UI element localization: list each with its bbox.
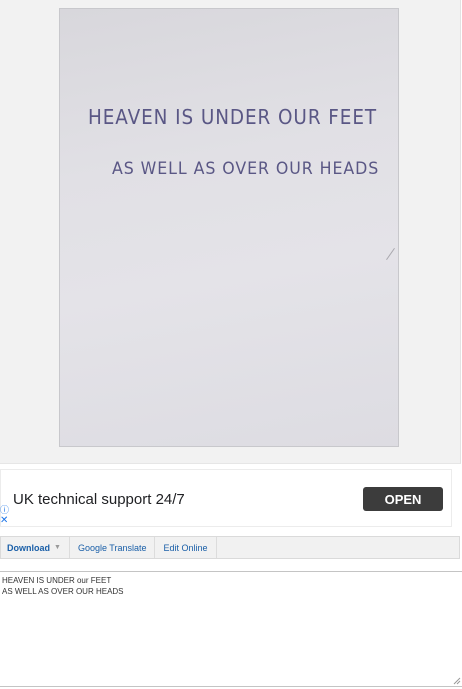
- download-button[interactable]: Download ▼: [1, 537, 70, 558]
- ad-headline[interactable]: UK technical support 24/7: [13, 491, 185, 508]
- ocr-result-textarea[interactable]: HEAVEN IS UNDER our FEET AS WELL AS OVER…: [0, 571, 462, 687]
- result-line-1: HEAVEN IS UNDER our FEET: [2, 576, 112, 585]
- uploaded-handwriting-image: HEAVEN IS UNDER OUR FEET AS WELL AS OVER…: [59, 8, 399, 447]
- edit-online-label: Edit Online: [163, 542, 208, 553]
- ad-close-icon[interactable]: ✕: [0, 516, 8, 526]
- ad-info-icon[interactable]: ⓘ: [0, 506, 9, 515]
- resize-handle-icon[interactable]: [453, 677, 461, 685]
- result-line-2: AS WELL AS OVER OUR HEADS: [2, 587, 124, 596]
- edit-online-button[interactable]: Edit Online: [155, 537, 217, 558]
- download-label: Download: [7, 542, 50, 553]
- paper-mark: [386, 247, 395, 261]
- handwritten-line-2: AS WELL AS OVER OUR HEADS: [112, 159, 380, 179]
- google-translate-label: Google Translate: [77, 542, 147, 553]
- image-preview-panel: HEAVEN IS UNDER OUR FEET AS WELL AS OVER…: [0, 0, 461, 464]
- ad-open-button[interactable]: OPEN: [363, 487, 443, 511]
- google-translate-button[interactable]: Google Translate: [70, 537, 156, 558]
- handwritten-line-1: HEAVEN IS UNDER OUR FEET: [88, 105, 378, 129]
- chevron-down-icon: ▼: [54, 544, 61, 551]
- result-toolbar: Download ▼ Google Translate Edit Online: [0, 536, 460, 559]
